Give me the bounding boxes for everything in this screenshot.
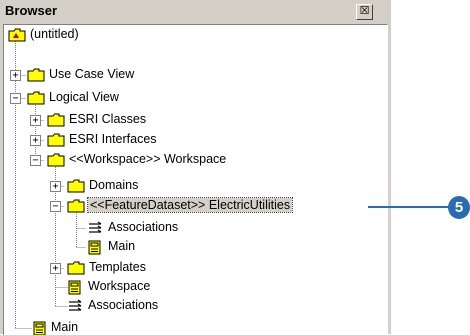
expand-plus-icon[interactable]: + [10, 70, 21, 81]
tree-label: ESRI Classes [69, 112, 147, 126]
tree-label: (untitled) [30, 27, 79, 41]
title-bar: Browser ☒ [3, 2, 381, 21]
tree-view[interactable]: (untitled) + Use Case View − Logical Vie… [3, 24, 388, 335]
tree-label: ESRI Interfaces [69, 132, 157, 146]
diagram-icon [33, 321, 46, 335]
tree-label: Domains [89, 178, 139, 192]
tree-label: Main [108, 239, 136, 253]
folder-icon [47, 133, 65, 147]
diagram-icon [68, 280, 81, 295]
folder-icon [67, 179, 85, 193]
folder-icon [67, 199, 85, 213]
tree-label: Logical View [49, 90, 119, 104]
tree-label: Associations [88, 298, 159, 312]
diagram-icon [88, 240, 101, 255]
tree-label: Templates [89, 260, 146, 274]
collapse-minus-icon[interactable]: − [30, 155, 41, 166]
callout-leader-line [368, 206, 450, 208]
folder-icon [27, 91, 45, 105]
expand-plus-icon[interactable]: + [30, 135, 41, 146]
expand-plus-icon[interactable]: + [50, 263, 61, 274]
folder-icon [67, 261, 85, 275]
associations-icon [89, 221, 102, 233]
tree-label: Main [51, 320, 79, 334]
collapse-minus-icon[interactable]: − [10, 93, 21, 104]
close-icon[interactable]: ☒ [356, 4, 373, 20]
tree-label: Use Case View [49, 67, 135, 81]
tree-label: Associations [108, 220, 179, 234]
expand-plus-icon[interactable]: + [30, 115, 41, 126]
associations-icon [69, 299, 82, 311]
folder-icon [47, 153, 65, 167]
tree-label: <<Workspace>> Workspace [69, 152, 227, 166]
collapse-minus-icon[interactable]: − [50, 201, 61, 212]
browser-panel: Browser ☒ (untitled) + Use Case View − L… [0, 0, 391, 335]
expand-plus-icon[interactable]: + [50, 181, 61, 192]
folder-icon [47, 113, 65, 127]
step-callout-badge: 5 [448, 196, 470, 219]
folder-icon [27, 68, 45, 82]
window-title: Browser [5, 3, 58, 18]
tree-label: Workspace [88, 279, 151, 293]
project-icon [8, 28, 26, 42]
tree-label-selected: <<FeatureDataset>> ElectricUtilities [86, 197, 294, 213]
